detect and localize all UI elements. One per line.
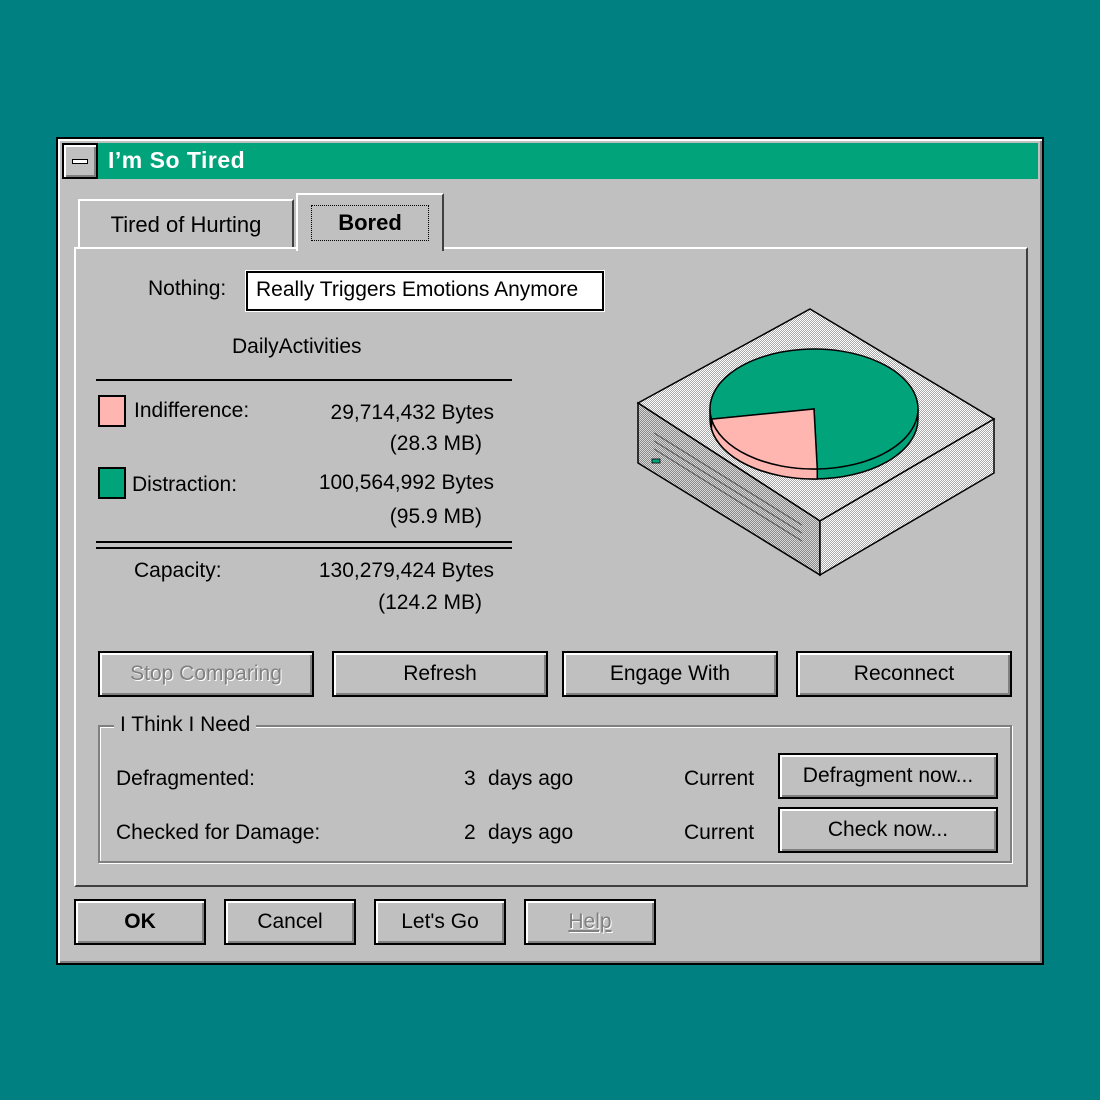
i-think-i-need-group: I Think I Need Defragmented: 3 days ago … <box>98 713 1012 863</box>
ok-button[interactable]: OK <box>74 899 206 945</box>
defragmented-unit: days ago <box>488 767 574 790</box>
group-label: I Think I Need <box>114 713 257 737</box>
divider <box>96 541 512 543</box>
divider <box>96 379 512 381</box>
defragmented-label: Defragmented: <box>116 767 255 790</box>
defragment-now-button[interactable]: Defragment now... <box>778 753 998 799</box>
tab-tired-of-hurting[interactable]: Tired of Hurting <box>78 199 294 249</box>
nothing-input[interactable]: Really Triggers Emotions Anymore <box>246 271 604 311</box>
checked-count: 2 <box>464 821 476 844</box>
tab-bored[interactable]: Bored <box>296 193 444 251</box>
distraction-mb: (95.9 MB) <box>389 505 482 528</box>
pie-chart <box>709 348 919 480</box>
distraction-label: Distraction: <box>132 473 238 496</box>
system-menu-button[interactable] <box>62 143 98 179</box>
distraction-bytes: 100,564,992 Bytes <box>318 471 494 494</box>
section-title: DailyActivities <box>232 335 362 358</box>
checked-unit: days ago <box>488 821 574 844</box>
divider <box>96 547 512 549</box>
tab-panel: Nothing: Really Triggers Emotions Anymor… <box>74 247 1028 887</box>
defragmented-count: 3 <box>464 767 476 790</box>
defragmented-status: Current <box>684 767 755 790</box>
cancel-button[interactable]: Cancel <box>224 899 356 945</box>
nothing-label: Nothing: <box>148 277 227 300</box>
checked-for-damage-label: Checked for Damage: <box>116 821 321 844</box>
engage-with-button[interactable]: Engage With <box>562 651 778 697</box>
lets-go-button[interactable]: Let's Go <box>374 899 506 945</box>
reconnect-button[interactable]: Reconnect <box>796 651 1012 697</box>
title-bar: I’m So Tired <box>62 143 1038 179</box>
refresh-button[interactable]: Refresh <box>332 651 548 697</box>
capacity-mb: (124.2 MB) <box>378 591 482 614</box>
capacity-bytes: 130,279,424 Bytes <box>318 559 494 582</box>
tab-label: Tired of Hurting <box>110 212 262 237</box>
indifference-bytes: 29,714,432 Bytes <box>330 401 494 424</box>
indifference-swatch <box>98 395 126 427</box>
check-now-button[interactable]: Check now... <box>778 807 998 853</box>
drive-led-icon <box>651 458 661 464</box>
stop-comparing-button[interactable]: Stop Comparing <box>98 651 314 697</box>
help-button[interactable]: Help <box>524 899 656 945</box>
dialog-window: I’m So Tired Tired of Hurting Bored Noth… <box>56 137 1044 965</box>
tab-label: Bored <box>311 205 429 241</box>
indifference-label: Indifference: <box>134 399 250 422</box>
capacity-label: Capacity: <box>134 559 222 582</box>
distraction-swatch <box>98 467 126 499</box>
checked-status: Current <box>684 821 755 844</box>
window-title: I’m So Tired <box>108 147 246 173</box>
system-menu-icon <box>72 159 88 164</box>
indifference-mb: (28.3 MB) <box>389 432 482 455</box>
disk-drive-pie-chart <box>636 308 996 577</box>
